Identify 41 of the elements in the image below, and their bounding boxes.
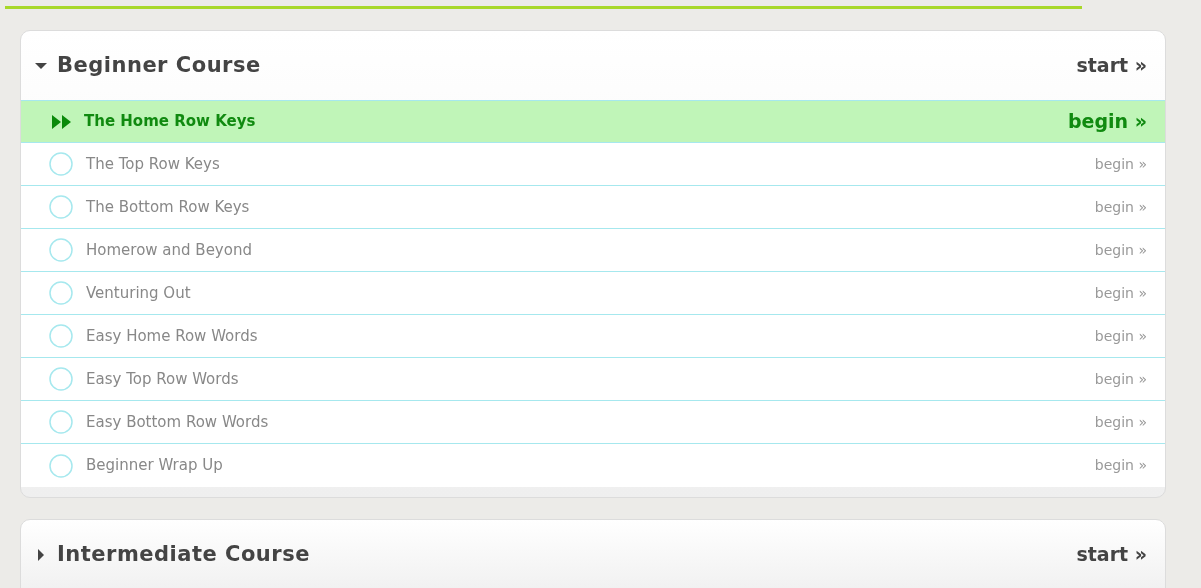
circle-icon <box>49 152 73 176</box>
begin-link[interactable]: begin » <box>1094 153 1147 175</box>
circle-icon <box>49 238 73 262</box>
lesson-title: Easy Home Row Words <box>86 325 258 347</box>
course-title: Intermediate Course <box>57 540 310 568</box>
start-link[interactable]: start » <box>1076 540 1147 569</box>
lesson-title: Homerow and Beyond <box>86 239 252 261</box>
lesson-title: Easy Top Row Words <box>86 368 239 390</box>
begin-link[interactable]: begin » <box>1094 239 1147 261</box>
circle-icon <box>49 324 73 348</box>
lesson-title: Easy Bottom Row Words <box>86 411 269 433</box>
begin-link[interactable]: begin » <box>1094 411 1147 433</box>
lesson-row[interactable]: Easy Bottom Row Words begin » <box>21 401 1165 444</box>
course-title: Beginner Course <box>57 51 261 79</box>
begin-link[interactable]: begin » <box>1094 325 1147 347</box>
caret-right-icon[interactable] <box>35 548 47 561</box>
circle-icon <box>49 281 73 305</box>
lesson-title: The Top Row Keys <box>86 153 220 175</box>
lesson-row[interactable]: Venturing Out begin » <box>21 272 1165 315</box>
begin-link[interactable]: begin » <box>1094 455 1147 476</box>
lesson-title: Beginner Wrap Up <box>86 455 223 477</box>
lesson-row[interactable]: The Top Row Keys begin » <box>21 143 1165 186</box>
lesson-title: The Home Row Keys <box>84 111 256 133</box>
circle-icon <box>49 195 73 219</box>
circle-icon <box>49 410 73 434</box>
lesson-title: The Bottom Row Keys <box>86 196 250 218</box>
start-link[interactable]: start » <box>1076 51 1147 80</box>
lesson-row[interactable]: Easy Top Row Words begin » <box>21 358 1165 401</box>
begin-link[interactable]: begin » <box>1094 368 1147 390</box>
lesson-row[interactable]: Beginner Wrap Up begin » <box>21 444 1165 487</box>
begin-link[interactable]: begin » <box>1094 282 1147 304</box>
lesson-row[interactable]: The Home Row Keys begin » <box>21 100 1165 143</box>
lesson-title: Venturing Out <box>86 282 191 304</box>
lesson-row[interactable]: The Bottom Row Keys begin » <box>21 186 1165 229</box>
begin-link[interactable]: begin » <box>1094 196 1147 218</box>
circle-icon <box>49 367 73 391</box>
lesson-row[interactable]: Homerow and Beyond begin » <box>21 229 1165 272</box>
fast-forward-icon <box>52 114 72 129</box>
begin-link[interactable]: begin » <box>1068 107 1147 136</box>
lesson-row[interactable]: Easy Home Row Words begin » <box>21 315 1165 358</box>
circle-icon <box>49 453 73 478</box>
